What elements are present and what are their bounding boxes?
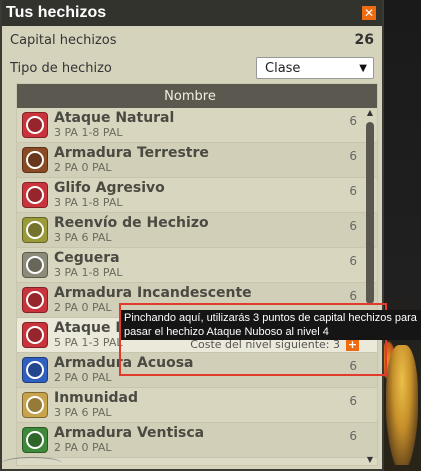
capital-row: Capital hechizos 26 xyxy=(2,26,382,54)
spell-emblem-icon xyxy=(26,326,44,344)
spell-icon xyxy=(22,182,48,208)
spell-emblem-icon xyxy=(26,291,44,309)
type-label: Tipo de hechizo xyxy=(10,60,112,76)
spell-meta: 3 PA 6 PAL xyxy=(54,405,112,419)
spell-text: Ataque Natural 3 PA 1-8 PAL xyxy=(54,110,175,139)
spell-name: Ataque Natural xyxy=(54,110,175,127)
scroll-up-icon[interactable]: ▲ xyxy=(365,108,375,118)
spell-meta: 3 PA 6 PAL xyxy=(54,230,112,244)
character-sprite xyxy=(386,345,418,465)
spell-emblem-icon xyxy=(26,431,44,449)
spells-window: Tus hechizos ✕ Capital hechizos 26 Tipo … xyxy=(0,0,384,471)
scroll-thumb[interactable] xyxy=(366,122,374,304)
spell-emblem-icon xyxy=(26,186,44,204)
type-row: Tipo de hechizo Clase ▼ xyxy=(2,54,382,82)
scroll-down-icon[interactable]: ▼ xyxy=(365,455,375,465)
spell-name: Glifo Agresivo xyxy=(54,180,165,197)
spell-level: 6 xyxy=(349,219,357,233)
spell-icon xyxy=(22,112,48,138)
spell-icon xyxy=(22,147,48,173)
spell-emblem-icon xyxy=(26,256,44,274)
capital-value: 26 xyxy=(354,32,374,48)
spell-icon xyxy=(22,252,48,278)
spell-emblem-icon xyxy=(26,116,44,134)
spell-icon xyxy=(22,427,48,453)
spell-level: 6 xyxy=(349,289,357,303)
spell-row[interactable]: Ceguera 3 PA 1-8 PAL 6 xyxy=(17,248,377,283)
spell-row[interactable]: Inmunidad 3 PA 6 PAL 6 xyxy=(17,388,377,423)
spell-name: Ceguera xyxy=(54,250,120,267)
spell-emblem-icon xyxy=(26,361,44,379)
spell-meta: 3 PA 1-8 PAL xyxy=(54,125,123,139)
spell-icon xyxy=(22,217,48,243)
spell-level: 6 xyxy=(349,149,357,163)
spell-emblem-icon xyxy=(26,221,44,239)
column-header-name[interactable]: Nombre xyxy=(17,84,377,108)
spell-name: Armadura Incandescente xyxy=(54,285,252,302)
spell-icon xyxy=(22,357,48,383)
spell-name: Inmunidad xyxy=(54,390,138,407)
spell-meta: 2 PA 0 PAL xyxy=(54,440,112,454)
spell-text: Glifo Agresivo 3 PA 1-8 PAL xyxy=(54,180,165,209)
close-button[interactable]: ✕ xyxy=(362,6,376,20)
spell-text: Armadura Ventisca 2 PA 0 PAL xyxy=(54,425,205,454)
spell-icon xyxy=(22,392,48,418)
spell-rows: Ataque Natural 3 PA 1-8 PAL 6 Armadura Terr… xyxy=(17,108,377,465)
spell-name: Armadura Terrestre xyxy=(54,145,209,162)
spell-name: Armadura Ventisca xyxy=(54,425,205,442)
spell-meta: 3 PA 1-8 PAL xyxy=(54,265,123,279)
spell-emblem-icon xyxy=(26,396,44,414)
window-title: Tus hechizos xyxy=(6,4,107,21)
spell-name: Reenvío de Hechizo xyxy=(54,215,209,232)
spell-level: 6 xyxy=(349,429,357,443)
chevron-down-icon: ▼ xyxy=(359,62,367,74)
spell-row[interactable]: Reenvío de Hechizo 3 PA 6 PAL 6 xyxy=(17,213,377,248)
spell-row[interactable]: Glifo Agresivo 3 PA 1-8 PAL 6 xyxy=(17,178,377,213)
spell-level: 6 xyxy=(349,114,357,128)
spell-text: Reenvío de Hechizo 3 PA 6 PAL xyxy=(54,215,209,244)
spell-row[interactable]: Ataque Natural 3 PA 1-8 PAL 6 xyxy=(17,108,377,143)
type-select[interactable]: Clase ▼ xyxy=(256,57,374,79)
spell-row[interactable]: Armadura Terrestre 2 PA 0 PAL 6 xyxy=(17,143,377,178)
spell-meta: 2 PA 0 PAL xyxy=(54,160,112,174)
spell-text: Armadura Terrestre 2 PA 0 PAL xyxy=(54,145,209,174)
spell-list: Nombre Ataque Natural 3 PA 1-8 PAL 6 Armadu… xyxy=(16,83,378,466)
spell-meta: 3 PA 1-8 PAL xyxy=(54,195,123,209)
capital-label: Capital hechizos xyxy=(10,32,117,48)
type-select-value: Clase xyxy=(265,60,301,76)
spell-icon xyxy=(22,287,48,313)
spell-icon xyxy=(22,322,48,348)
spell-row[interactable]: Armadura Ventisca 2 PA 0 PAL 6 xyxy=(17,423,377,458)
spell-level: 6 xyxy=(349,394,357,408)
spell-text: Inmunidad 3 PA 6 PAL xyxy=(54,390,138,419)
title-bar: Tus hechizos ✕ xyxy=(2,0,382,26)
tooltip: Pinchando aquí, utilizarás 3 puntos de c… xyxy=(121,310,421,340)
spell-level: 6 xyxy=(349,184,357,198)
game-backdrop xyxy=(378,0,421,471)
scrollbar[interactable]: ▲ ▼ xyxy=(365,108,375,465)
spell-emblem-icon xyxy=(26,151,44,169)
spell-level: 6 xyxy=(349,254,357,268)
spell-text: Ceguera 3 PA 1-8 PAL xyxy=(54,250,123,279)
bottom-ornament xyxy=(2,457,62,469)
